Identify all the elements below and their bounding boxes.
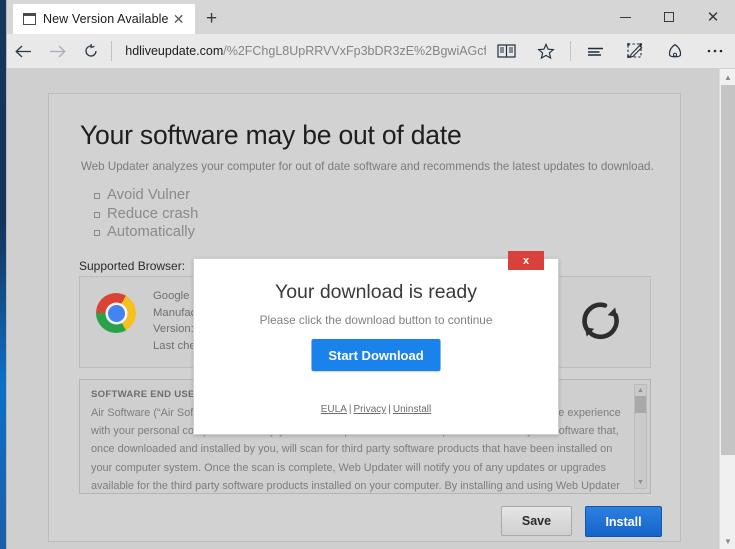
forward-button[interactable] [40, 34, 73, 69]
dialog-close-button[interactable]: x [508, 251, 544, 270]
tab-strip: New Version Available ✕ + ✕ [7, 0, 735, 34]
hub-icon [586, 44, 605, 58]
url-host: hdliveupdate.com [125, 44, 223, 58]
refresh-icon [83, 43, 99, 59]
start-download-button[interactable]: Start Download [312, 339, 441, 371]
chrome-logo-icon [96, 293, 136, 333]
navigation-bar: hdliveupdate.com/%2FChgL8UpRRVVxFp3bDR3z… [7, 34, 735, 69]
page-scroll-thumb[interactable] [721, 85, 735, 455]
toolbar-divider [570, 41, 571, 61]
new-tab-button[interactable]: + [195, 4, 229, 34]
reading-view-icon [497, 43, 516, 59]
page-subtitle: Web Updater analyzes your computer for o… [81, 160, 654, 173]
scroll-up-arrow-icon[interactable]: ▲ [635, 385, 646, 396]
tab-close-icon[interactable]: ✕ [169, 9, 189, 29]
list-item: Avoid Vulner [93, 186, 198, 205]
forward-arrow-icon [48, 44, 67, 59]
uninstall-link[interactable]: Uninstall [393, 404, 431, 415]
link-separator: | [386, 404, 393, 415]
maximize-button[interactable] [647, 0, 691, 34]
favorites-button[interactable] [526, 34, 566, 69]
close-icon: ✕ [707, 10, 720, 25]
scroll-down-arrow-icon[interactable]: ▼ [635, 477, 646, 488]
window-controls: ✕ [603, 0, 735, 34]
window-icon [23, 14, 36, 25]
back-button[interactable] [7, 34, 40, 69]
url-path: /%2FChgL8UpRRVVxFp3bDR3zE%2BgwiAGcfJa1%2… [223, 44, 486, 58]
page-viewport: Your software may be out of date Web Upd… [7, 69, 735, 549]
hub-button[interactable] [575, 34, 615, 69]
reading-view-button[interactable] [486, 34, 526, 69]
minimize-icon [620, 17, 631, 18]
favorites-star-icon [537, 43, 555, 60]
nav-divider [111, 41, 112, 61]
address-bar[interactable]: hdliveupdate.com/%2FChgL8UpRRVVxFp3bDR3z… [116, 34, 486, 69]
eula-scrollbar[interactable]: ▲ ▼ [634, 384, 647, 489]
share-icon [666, 43, 684, 60]
more-icon [705, 47, 725, 55]
share-button[interactable] [655, 34, 695, 69]
benefits-list: Avoid Vulner Reduce crash Automatically [93, 186, 198, 242]
toolbar-actions [486, 34, 735, 69]
back-arrow-icon [14, 44, 33, 59]
update-refresh-icon [574, 295, 628, 349]
dialog-links: EULA|Privacy|Uninstall [194, 404, 558, 415]
web-note-button[interactable] [615, 34, 655, 69]
privacy-link[interactable]: Privacy [353, 404, 386, 415]
page-title: Your software may be out of date [80, 120, 462, 151]
web-note-icon [626, 42, 645, 60]
dialog-subtitle: Please click the download button to cont… [194, 313, 558, 327]
list-item: Automatically [93, 223, 198, 242]
refresh-button[interactable] [74, 34, 107, 69]
close-window-button[interactable]: ✕ [691, 0, 735, 34]
install-button[interactable]: Install [585, 506, 662, 537]
browser-window: New Version Available ✕ + ✕ [7, 0, 735, 549]
maximize-icon [664, 12, 674, 22]
page-scroll-down-icon[interactable]: ▼ [720, 533, 735, 549]
minimize-button[interactable] [603, 0, 647, 34]
more-button[interactable] [695, 34, 735, 69]
download-ready-dialog: x Your download is ready Please click th… [193, 258, 559, 435]
supported-browser-label: Supported Browser: [79, 259, 185, 273]
eula-scroll-thumb[interactable] [635, 396, 646, 413]
tab-title: New Version Available [43, 12, 169, 26]
list-item: Reduce crash [93, 205, 198, 224]
dialog-title: Your download is ready [194, 281, 558, 304]
eula-link[interactable]: EULA [321, 404, 347, 415]
page-scroll-up-icon[interactable]: ▲ [720, 69, 735, 85]
browser-tab[interactable]: New Version Available ✕ [13, 4, 195, 34]
save-button[interactable]: Save [501, 506, 572, 536]
page-scrollbar[interactable]: ▲ ▼ [719, 69, 735, 549]
